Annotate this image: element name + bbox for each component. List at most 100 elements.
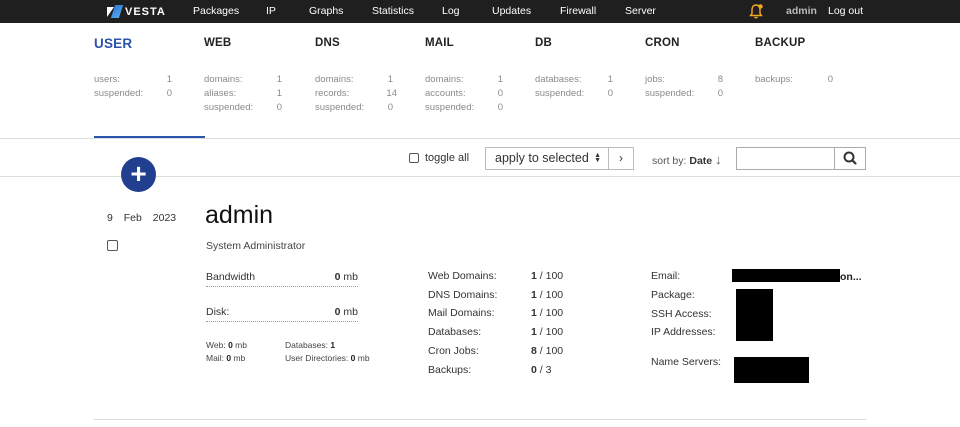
stat-row: accounts: 0 — [425, 87, 503, 101]
stat-row: records: 14 — [315, 87, 397, 101]
redacted-package-ssh-ip — [736, 289, 773, 341]
tab-backup[interactable]: BACKUP — [755, 37, 805, 49]
stat-value: 14 — [386, 88, 397, 99]
disk-mail: Mail: 0 mb — [206, 353, 245, 363]
stat-row: suspended: 0 — [94, 87, 172, 101]
apply-to-selected-select[interactable]: apply to selected ▲ ▼ — [485, 147, 609, 170]
stat-row: suspended: 0 — [645, 87, 723, 101]
redacted-email — [732, 269, 840, 282]
disk-web: Web: 0 mb — [206, 340, 247, 350]
tab-cron[interactable]: CRON — [645, 37, 680, 49]
stat-label: databases: — [535, 74, 582, 85]
vesta-logo[interactable]: VESTA — [107, 3, 166, 20]
nav-ip[interactable]: IP — [266, 0, 276, 23]
stat-row: backups: 0 — [755, 73, 833, 87]
stat-value: 1 — [387, 74, 393, 85]
toggle-all[interactable]: toggle all — [409, 152, 469, 164]
tab-title: USER — [94, 36, 133, 51]
tab-mail[interactable]: MAIL — [425, 37, 454, 49]
quota-limit: 100 — [545, 270, 564, 282]
stat-row: suspended: 0 — [535, 87, 613, 101]
search-input[interactable] — [736, 147, 835, 170]
quota-used: 8 — [531, 345, 537, 357]
stat-label: suspended: — [425, 102, 475, 113]
tab-user[interactable]: USER — [94, 36, 132, 51]
tab-title: CRON — [645, 37, 680, 49]
date-day: 9 — [107, 212, 113, 224]
stat-row: suspended: 0 — [204, 101, 282, 115]
package-label: Package: — [651, 289, 695, 301]
stat-label: domains: — [425, 74, 464, 85]
stat-label: suspended: — [535, 88, 585, 99]
nav-graphs[interactable]: Graphs — [309, 0, 343, 23]
quota-value: 1 / 100 — [531, 270, 564, 282]
stat-row: domains: 1 — [204, 73, 282, 87]
quota-label: DNS Domains: — [428, 289, 498, 301]
mini-unit: mb — [357, 353, 370, 363]
apply-select-value: apply to selected — [495, 151, 589, 165]
quota-limit: 100 — [545, 345, 564, 357]
stat-value: 1 — [166, 74, 172, 85]
stat-row: aliases: 1 — [204, 87, 282, 101]
quota-label: Mail Domains: — [428, 307, 495, 319]
logout-link[interactable]: Log out — [828, 0, 863, 23]
tab-title: DNS — [315, 37, 340, 49]
stat-row: domains: 1 — [315, 73, 393, 87]
stat-label: aliases: — [204, 88, 237, 99]
tab-dns[interactable]: DNS — [315, 37, 340, 49]
nav-log[interactable]: Log — [442, 0, 460, 23]
stat-value: 0 — [827, 74, 833, 85]
bandwidth-unit: mb — [343, 271, 358, 283]
quota-limit: 100 — [545, 289, 564, 301]
nav-server[interactable]: Server — [625, 0, 656, 23]
row-select-checkbox[interactable] — [107, 240, 118, 251]
quota-used: 1 — [531, 289, 537, 301]
quota-label: Cron Jobs: — [428, 345, 479, 357]
quota-limit: 100 — [545, 326, 564, 338]
current-user-link[interactable]: admin — [786, 0, 817, 23]
add-user-button[interactable]: + — [121, 157, 156, 192]
nav-firewall[interactable]: Firewall — [560, 0, 596, 23]
top-navbar: VESTA Packages IP Graphs Statistics Log … — [0, 0, 960, 23]
stat-value: 1 — [276, 88, 282, 99]
date-year: 2023 — [152, 212, 177, 224]
notifications-bell-icon[interactable] — [748, 3, 764, 20]
name-servers-label: Name Servers: — [651, 356, 722, 368]
user-fullname: System Administrator — [206, 240, 306, 252]
quota-used: 0 — [531, 364, 537, 376]
nav-packages[interactable]: Packages — [193, 0, 239, 23]
stat-label: suspended: — [645, 88, 695, 99]
tab-db[interactable]: DB — [535, 37, 552, 49]
mini-value: 0 — [226, 353, 232, 363]
quota-label: Databases: — [428, 326, 482, 338]
stat-label: users: — [94, 74, 120, 85]
stat-value: 0 — [166, 88, 172, 99]
stat-value: 0 — [497, 102, 503, 113]
sort-by-control[interactable]: sort by: Date ↓ — [652, 152, 722, 167]
stat-value: 0 — [717, 88, 723, 99]
tab-web[interactable]: WEB — [204, 37, 231, 49]
created-date: 9 Feb 2023 — [107, 212, 176, 224]
disk-value: 0 mb — [335, 306, 358, 318]
db-stats: databases: 1 suspended: 0 — [535, 73, 613, 101]
disk-unit: mb — [343, 306, 358, 318]
quota-value: 1 / 100 — [531, 307, 564, 319]
sort-by-value: Date — [689, 155, 713, 167]
search-button[interactable] — [834, 147, 866, 170]
mini-label: Web: — [206, 340, 226, 350]
nav-updates[interactable]: Updates — [492, 0, 531, 23]
divider — [94, 419, 866, 420]
quota-value: 1 / 100 — [531, 326, 564, 338]
web-stats: domains: 1 aliases: 1 suspended: 0 — [204, 73, 282, 115]
select-arrows-icon: ▲ ▼ — [594, 152, 601, 164]
quota-limit: 100 — [545, 307, 564, 319]
stat-label: domains: — [204, 74, 243, 85]
apply-go-button[interactable]: › — [608, 147, 634, 170]
stat-row: jobs: 8 — [645, 73, 723, 87]
disk-databases: Databases: 1 — [285, 340, 335, 350]
nav-statistics[interactable]: Statistics — [372, 0, 414, 23]
username[interactable]: admin — [205, 201, 273, 230]
tab-title: DB — [535, 37, 553, 49]
toggle-all-checkbox[interactable] — [409, 153, 419, 163]
email-value-tail: on... — [840, 271, 862, 283]
